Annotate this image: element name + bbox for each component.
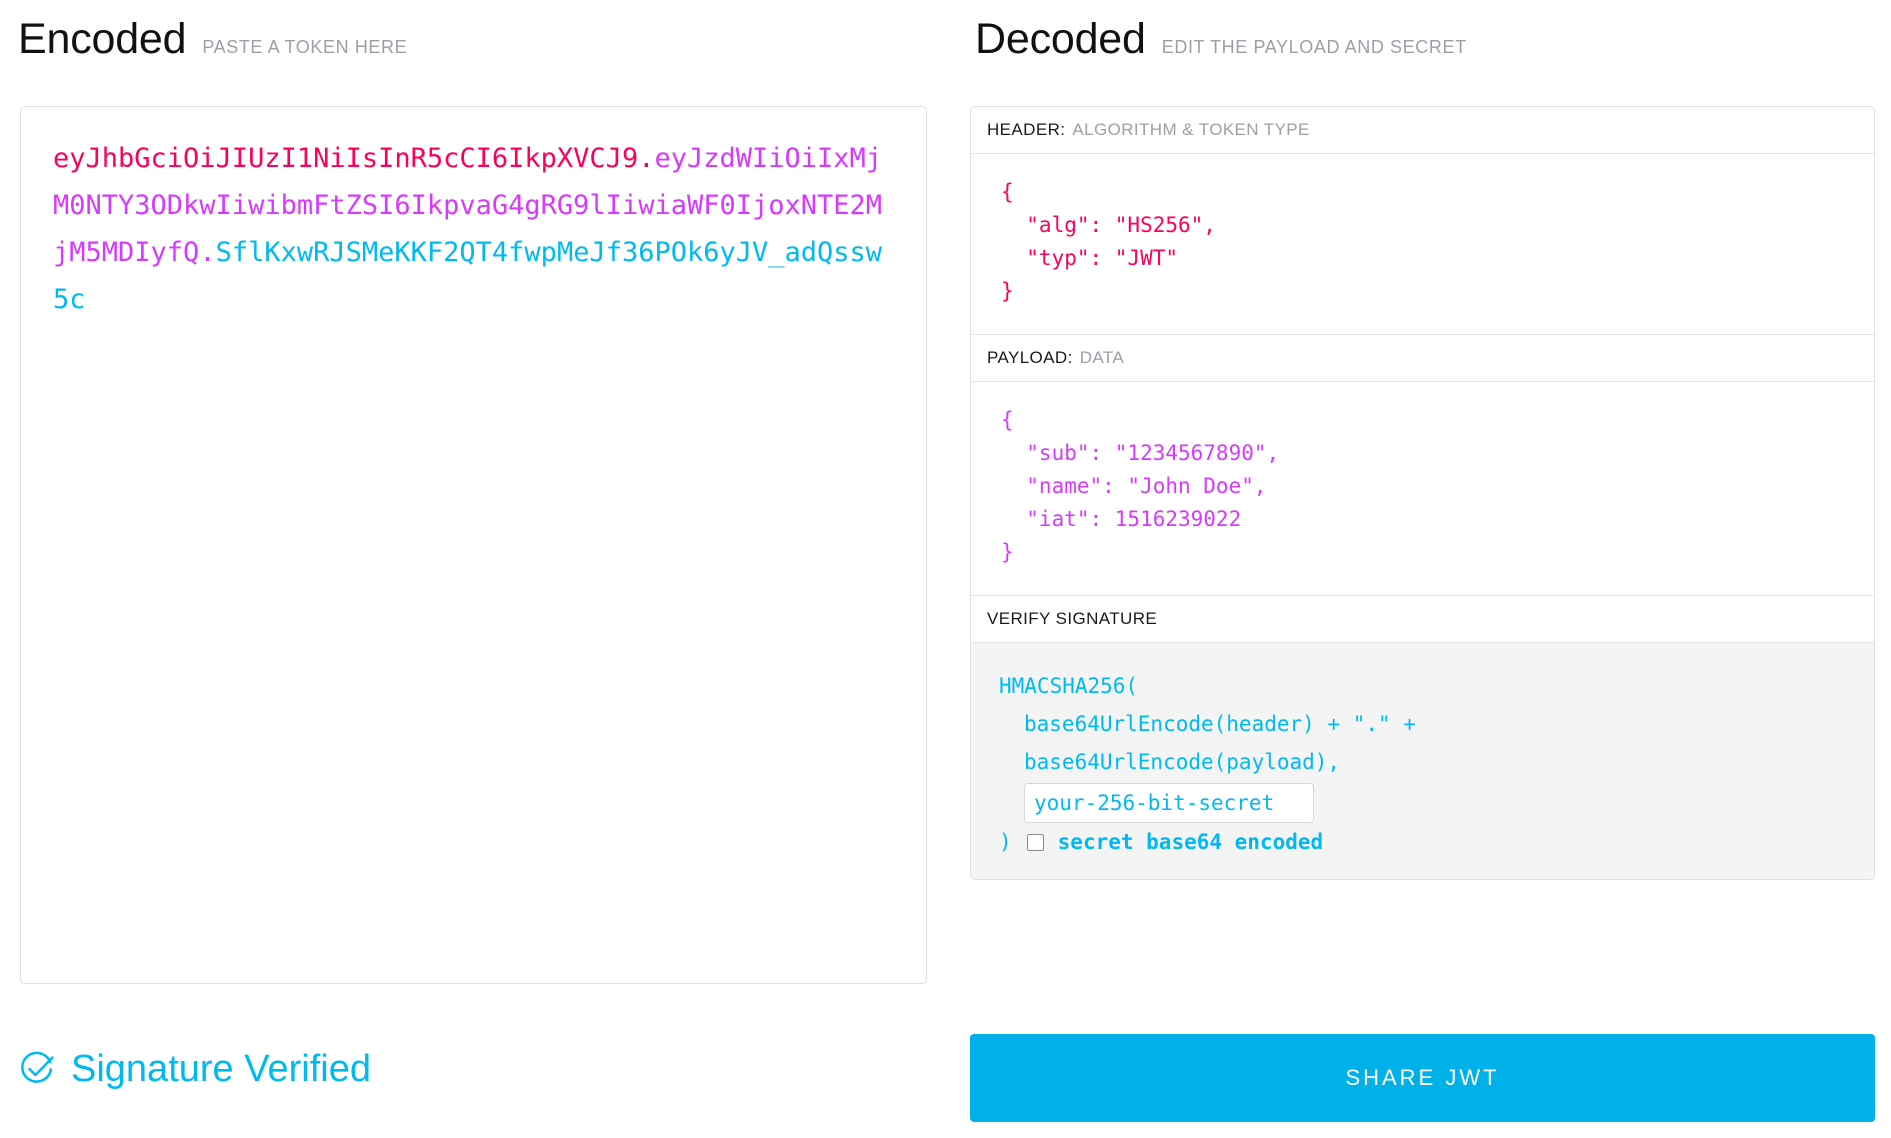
check-circle-icon [18,1051,55,1088]
encoded-token-input[interactable]: eyJhbGciOiJIUzI1NiIsInR5cCI6IkpXVCJ9.eyJ… [20,106,927,984]
signature-section-body: HMACSHA256( base64UrlEncode(header) + ".… [971,643,1874,879]
closing-paren: ) [999,830,1012,854]
header-label-value: ALGORITHM & TOKEN TYPE [1072,120,1310,139]
secret-base64-label[interactable]: secret base64 encoded [1058,832,1324,853]
secret-input[interactable] [1024,783,1314,823]
decoded-title: Decoded [975,15,1146,63]
token-separator-2: . [199,237,216,268]
payload-section-body[interactable]: { "sub": "1234567890", "name": "John Doe… [971,382,1874,596]
jwt-debugger-page: Encoded PASTE A TOKEN HERE Decoded EDIT … [0,0,1891,1138]
header-section-body[interactable]: { "alg": "HS256", "typ": "JWT" } [971,154,1874,335]
encoded-subtitle: PASTE A TOKEN HERE [202,37,408,57]
header-json-code[interactable]: { "alg": "HS256", "typ": "JWT" } [1001,176,1844,308]
token-header-segment: eyJhbGciOiJIUzI1NiIsInR5cCI6IkpXVCJ9 [53,143,639,174]
payload-section-label: PAYLOAD: DATA [971,335,1874,382]
payload-label-value: DATA [1079,348,1125,367]
secret-base64-checkbox[interactable] [1026,834,1044,851]
signature-status-text: Signature Verified [71,1048,371,1090]
jwt-token-text: eyJhbGciOiJIUzI1NiIsInR5cCI6IkpXVCJ9.eyJ… [53,135,894,323]
hmac-line-3: base64UrlEncode(payload), [1024,750,1341,774]
verify-signature-label: VERIFY SIGNATURE [987,609,1158,628]
token-separator-1: . [638,143,655,174]
signature-status: Signature Verified [18,1050,371,1088]
hmac-line-2: base64UrlEncode(header) + "." + [1024,712,1416,736]
decoded-column-header: Decoded EDIT THE PAYLOAD AND SECRET [975,18,1467,61]
decoded-subtitle: EDIT THE PAYLOAD AND SECRET [1161,37,1467,57]
signature-section-label: VERIFY SIGNATURE [971,596,1874,643]
base64-option-row: ) secret base64 encoded [999,832,1846,853]
header-label-key: HEADER: [987,120,1066,139]
decoded-panel: HEADER: ALGORITHM & TOKEN TYPE { "alg": "… [970,106,1875,880]
encoded-column-header: Encoded PASTE A TOKEN HERE [18,18,407,61]
encoded-title: Encoded [18,15,187,63]
share-jwt-button[interactable]: SHARE JWT [970,1034,1875,1122]
payload-json-code[interactable]: { "sub": "1234567890", "name": "John Doe… [1001,404,1844,569]
hmac-line-1: HMACSHA256( [999,674,1139,698]
header-section-label: HEADER: ALGORITHM & TOKEN TYPE [971,107,1874,154]
payload-label-key: PAYLOAD: [987,348,1073,367]
